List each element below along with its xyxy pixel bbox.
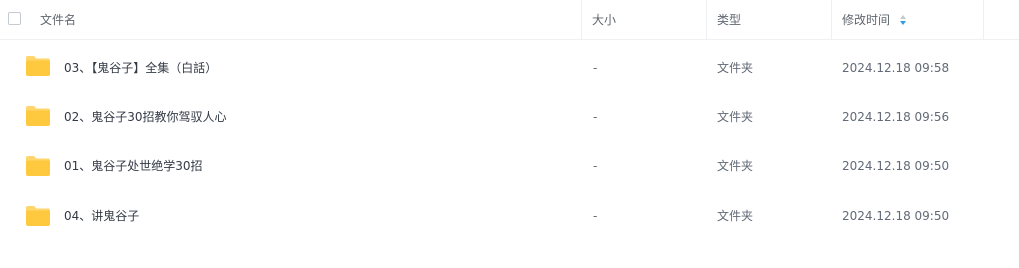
table-row[interactable]: 03、【鬼谷子】全集（白話） - 文件夹 2024.12.18 09:58 <box>0 42 1019 92</box>
select-all-checkbox[interactable] <box>8 12 21 25</box>
folder-icon <box>26 156 50 176</box>
file-type: 文件夹 <box>717 159 754 173</box>
folder-icon <box>26 206 50 226</box>
table-row[interactable]: 04、讲鬼谷子 - 文件夹 2024.12.18 09:50 <box>0 191 1019 241</box>
file-modified: 2024.12.18 09:56 <box>842 110 950 124</box>
column-header-modified[interactable]: 修改时间 <box>842 12 890 28</box>
file-size: - <box>593 61 598 75</box>
sort-icon[interactable] <box>899 14 907 26</box>
table-header: 文件名 大小 类型 修改时间 <box>0 0 1019 40</box>
file-modified: 2024.12.18 09:58 <box>842 61 950 75</box>
file-name[interactable]: 01、鬼谷子处世绝学30招 <box>64 158 203 174</box>
column-header-size[interactable]: 大小 <box>592 12 616 28</box>
column-header-name[interactable]: 文件名 <box>40 12 76 28</box>
file-type: 文件夹 <box>717 61 754 75</box>
table-row[interactable]: 02、鬼谷子30招教你驾驭人心 - 文件夹 2024.12.18 09:56 <box>0 91 1019 141</box>
file-list: 文件名 大小 类型 修改时间 03、【鬼谷子】全集（白話） - 文件夹 2024… <box>0 0 1019 268</box>
file-type: 文件夹 <box>717 209 754 223</box>
column-header-type[interactable]: 类型 <box>717 12 741 28</box>
file-type: 文件夹 <box>717 110 754 124</box>
file-modified: 2024.12.18 09:50 <box>842 159 950 173</box>
column-divider[interactable] <box>831 0 832 40</box>
file-size: - <box>593 110 598 124</box>
file-size: - <box>593 209 598 223</box>
file-name[interactable]: 02、鬼谷子30招教你驾驭人心 <box>64 109 227 125</box>
file-size: - <box>593 159 598 173</box>
folder-icon <box>26 106 50 126</box>
file-name[interactable]: 04、讲鬼谷子 <box>64 208 139 224</box>
column-divider[interactable] <box>581 0 582 40</box>
column-divider[interactable] <box>983 0 984 40</box>
file-name[interactable]: 03、【鬼谷子】全集（白話） <box>64 60 217 76</box>
table-row[interactable]: 01、鬼谷子处世绝学30招 - 文件夹 2024.12.18 09:50 <box>0 141 1019 191</box>
folder-icon <box>26 56 50 76</box>
column-divider[interactable] <box>706 0 707 40</box>
file-modified: 2024.12.18 09:50 <box>842 209 950 223</box>
